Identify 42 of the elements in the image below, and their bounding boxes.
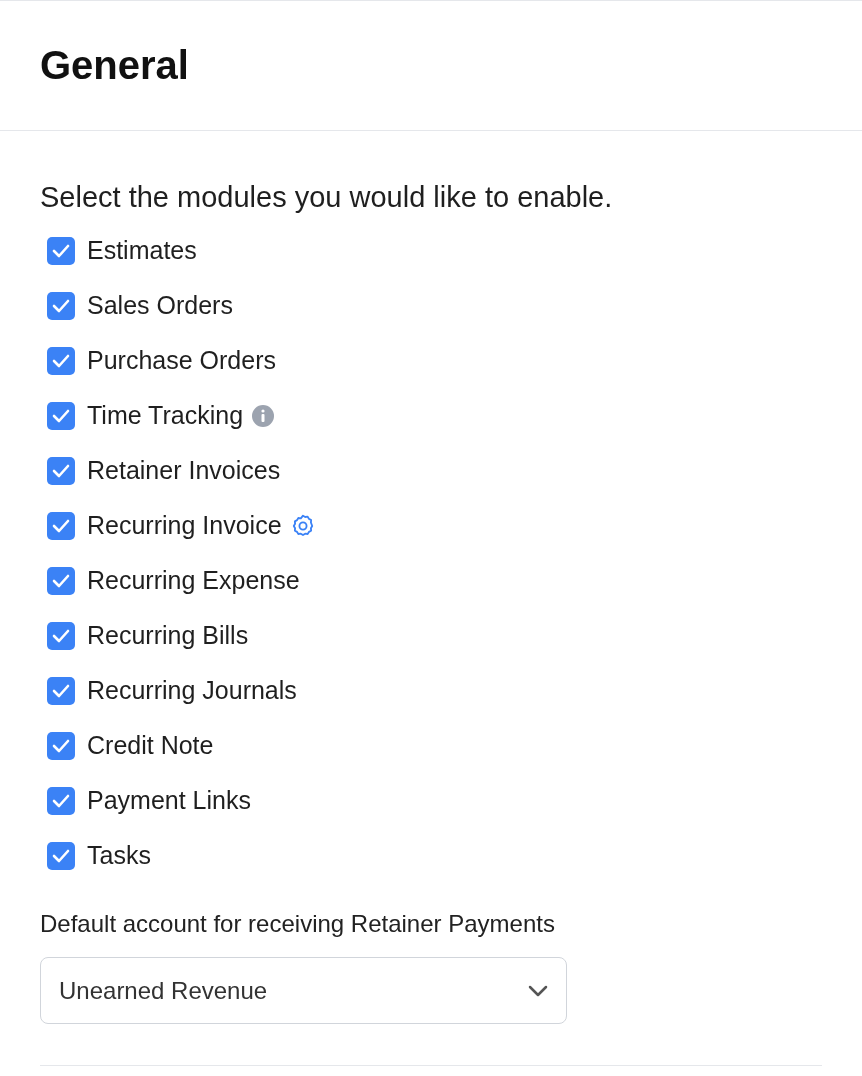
checkbox[interactable] [47, 786, 75, 815]
checkmark-icon [52, 518, 70, 533]
checkbox[interactable] [47, 511, 75, 540]
modules-prompt: Select the modules you would like to enable. [40, 180, 614, 215]
module-label: Recurring Invoice [87, 509, 282, 541]
checkmark-icon [52, 408, 70, 423]
account-dropdown[interactable]: Unearned Revenue [40, 957, 567, 1024]
checkmark-icon [52, 243, 70, 258]
checkbox[interactable] [47, 401, 75, 430]
checkmark-icon [52, 628, 70, 643]
checkbox[interactable] [47, 236, 75, 265]
field-label: Default account for receiving Retainer Payments [40, 909, 556, 939]
page-title: General [40, 44, 189, 85]
checkmark-icon [52, 573, 70, 588]
checkmark-icon [52, 463, 70, 478]
chevron-down-icon [528, 984, 548, 997]
checkbox[interactable] [47, 731, 75, 760]
checkmark-icon [52, 793, 70, 808]
checkmark-icon [52, 738, 70, 753]
module-label: Recurring Expense [87, 564, 300, 596]
module-label: Recurring Journals [87, 674, 297, 706]
checkbox[interactable] [47, 566, 75, 595]
module-label: Recurring Bills [87, 619, 249, 651]
module-label: Sales Orders [87, 289, 233, 321]
checkmark-icon [52, 848, 70, 863]
checkbox[interactable] [47, 291, 75, 320]
module-label: Estimates [87, 234, 197, 266]
checkbox[interactable] [47, 676, 75, 705]
info-icon[interactable] [251, 403, 276, 428]
module-label: Tasks [87, 839, 151, 871]
module-label: Payment Links [87, 784, 251, 816]
checkbox[interactable] [47, 841, 75, 870]
module-label: Retainer Invoices [87, 454, 281, 486]
module-label: Credit Note [87, 729, 214, 761]
checkbox[interactable] [47, 456, 75, 485]
checkmark-icon [52, 353, 70, 368]
checkbox[interactable] [47, 621, 75, 650]
module-label: Purchase Orders [87, 344, 276, 376]
checkmark-icon [52, 683, 70, 698]
module-label: Time Tracking [87, 399, 244, 431]
checkmark-icon [52, 298, 70, 313]
checkbox[interactable] [47, 346, 75, 375]
